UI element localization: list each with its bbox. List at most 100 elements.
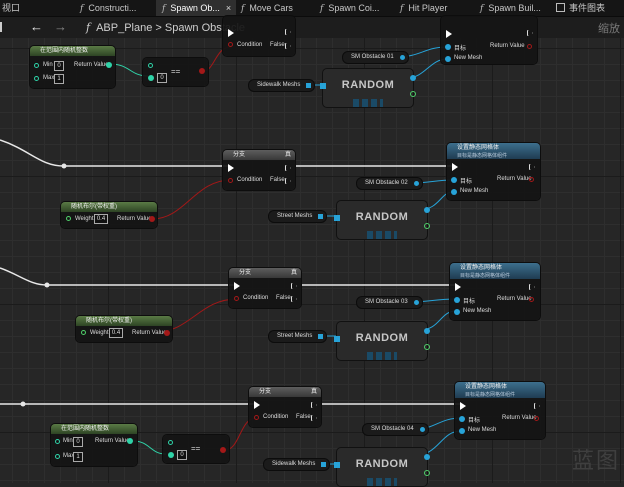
false-exec-pin[interactable] [285, 178, 291, 184]
variable-pin[interactable] [399, 55, 405, 60]
array-pin[interactable] [318, 214, 324, 219]
weight-pin[interactable] [66, 216, 71, 221]
b-value-field[interactable]: 0 [157, 73, 167, 83]
new-mesh-pin[interactable] [454, 309, 460, 315]
tab-spawn-buildings[interactable]: f Spawn Buil... [480, 0, 541, 16]
exec-in-pin[interactable] [452, 163, 458, 171]
new-mesh-pin[interactable] [445, 56, 451, 62]
exec-in-pin[interactable] [228, 29, 234, 37]
weight-value-field[interactable]: 0.4 [109, 328, 123, 338]
item-out-pin[interactable] [424, 328, 430, 334]
variable-pin[interactable] [413, 181, 419, 186]
forward-arrow-icon[interactable]: → [54, 20, 67, 34]
index-out-pin[interactable] [424, 223, 430, 229]
true-exec-pin[interactable] [311, 402, 317, 408]
street-meshs-variable[interactable]: Street Meshs [268, 210, 328, 223]
exec-out-pin[interactable] [534, 403, 540, 409]
random-int-in-range-node[interactable]: 在范围内随机整数 Min 0 Max 1 Return Value [30, 46, 115, 88]
condition-pin[interactable] [254, 415, 259, 420]
tab-move-cars[interactable]: f Move Cars [241, 0, 293, 16]
condition-pin[interactable] [228, 178, 233, 183]
max-value-field[interactable]: 1 [73, 452, 83, 462]
index-out-pin[interactable] [424, 470, 430, 476]
a-pin[interactable] [168, 440, 173, 445]
random-array-item-node[interactable]: RANDOM [334, 447, 430, 487]
min-pin[interactable] [34, 63, 39, 68]
set-static-mesh-node[interactable]: 目标 Return Value New Mesh [441, 16, 537, 64]
target-pin[interactable] [451, 177, 457, 183]
return-bool-pin[interactable] [220, 447, 226, 453]
max-pin[interactable] [34, 76, 39, 81]
random-bool-weighted-node[interactable]: 随机布尔(带权重) Weight 0.4 Return Value [61, 202, 157, 228]
sm-obstacle-variable[interactable]: SM Obstacle 03 [356, 296, 423, 309]
tab-construction-script[interactable]: f Constructi... [80, 0, 136, 16]
exec-in-pin[interactable] [234, 282, 240, 290]
set-static-mesh-node[interactable]: 设置静态网格体 目标是静态网格体组件 目标 Return Value New Me… [447, 143, 540, 200]
graph-list-icon[interactable] [0, 22, 10, 32]
sidewalk-meshs-variable[interactable]: Sidewalk Meshs [248, 79, 316, 92]
sm-obstacle-variable[interactable]: SM Obstacle 01 [342, 51, 409, 64]
return-value-pin[interactable] [529, 177, 534, 182]
back-arrow-icon[interactable]: ← [30, 20, 43, 34]
set-static-mesh-node[interactable]: 设置静态网格体 目标是静态网格体组件 目标 Return Value New Me… [455, 382, 545, 439]
min-value-field[interactable]: 0 [73, 437, 83, 447]
breadcrumb-parent[interactable]: ABP_Plane [96, 22, 152, 34]
random-bool-weighted-node[interactable]: 随机布尔(带权重) Weight 0.4 Return Value [76, 316, 172, 342]
min-value-field[interactable]: 0 [54, 61, 64, 71]
new-mesh-pin[interactable] [451, 189, 457, 195]
return-bool-pin[interactable] [149, 216, 155, 222]
exec-out-pin[interactable] [527, 30, 533, 36]
tab-viewport[interactable]: 视口 [2, 0, 20, 16]
street-meshs-variable[interactable]: Street Meshs [268, 330, 328, 343]
condition-pin[interactable] [228, 42, 233, 47]
random-array-item-node[interactable]: RANDOM [334, 321, 430, 361]
tab-hit-player[interactable]: f Hit Player [400, 0, 447, 16]
true-exec-pin[interactable] [285, 165, 291, 171]
branch-node[interactable]: Condition False [223, 16, 295, 56]
set-static-mesh-node[interactable]: 设置静态网格体 目标是静态网格体组件 目标 Return Value New Me… [450, 263, 540, 320]
array-pin[interactable] [321, 462, 327, 467]
index-out-pin[interactable] [424, 344, 430, 350]
true-exec-pin[interactable] [291, 283, 297, 289]
new-mesh-pin[interactable] [459, 428, 465, 434]
branch-node[interactable]: 分支 真 Condition False [249, 387, 321, 427]
false-exec-pin[interactable] [311, 415, 317, 421]
sm-obstacle-variable[interactable]: SM Obstacle 02 [356, 177, 423, 190]
return-bool-pin[interactable] [164, 330, 170, 336]
target-pin[interactable] [445, 44, 451, 50]
variable-pin[interactable] [419, 427, 425, 432]
b-value-field[interactable]: 0 [177, 450, 187, 460]
random-array-item-node[interactable]: RANDOM [334, 200, 430, 240]
return-bool-pin[interactable] [199, 68, 205, 74]
array-pin[interactable] [306, 83, 312, 88]
return-value-pin[interactable] [127, 438, 133, 444]
false-exec-pin[interactable] [291, 296, 297, 302]
branch-node[interactable]: 分支 真 Condition False [229, 268, 301, 308]
a-pin[interactable] [148, 63, 153, 68]
exec-out-pin[interactable] [529, 164, 535, 170]
random-array-item-node[interactable]: RANDOM [320, 68, 416, 108]
condition-pin[interactable] [234, 296, 239, 301]
exec-out-pin[interactable] [529, 284, 535, 290]
sidewalk-meshs-variable[interactable]: Sidewalk Meshs [263, 458, 331, 471]
max-pin[interactable] [55, 454, 60, 459]
tab-spawn-obstacle[interactable]: f Spawn Ob... × [156, 0, 236, 16]
exec-in-pin[interactable] [455, 283, 461, 291]
item-out-pin[interactable] [424, 207, 430, 213]
weight-value-field[interactable]: 0.4 [94, 214, 108, 224]
target-pin[interactable] [459, 416, 465, 422]
exec-in-pin[interactable] [460, 402, 466, 410]
false-exec-pin[interactable] [285, 43, 291, 49]
equal-int-node[interactable]: 0 == [163, 435, 229, 463]
max-value-field[interactable]: 1 [54, 74, 64, 84]
true-exec-pin[interactable] [285, 29, 291, 35]
exec-in-pin[interactable] [228, 164, 234, 172]
return-value-pin[interactable] [529, 297, 534, 302]
min-pin[interactable] [55, 439, 60, 444]
b-pin[interactable] [148, 75, 154, 81]
return-value-pin[interactable] [534, 416, 539, 421]
random-int-in-range-node[interactable]: 在范围内随机整数 Min 0 Max 1 Return Value [51, 424, 137, 466]
exec-in-pin[interactable] [446, 30, 452, 38]
tab-event-graph[interactable]: 事件图表 [556, 0, 605, 16]
sm-obstacle-variable[interactable]: SM Obstacle 04 [362, 423, 429, 436]
